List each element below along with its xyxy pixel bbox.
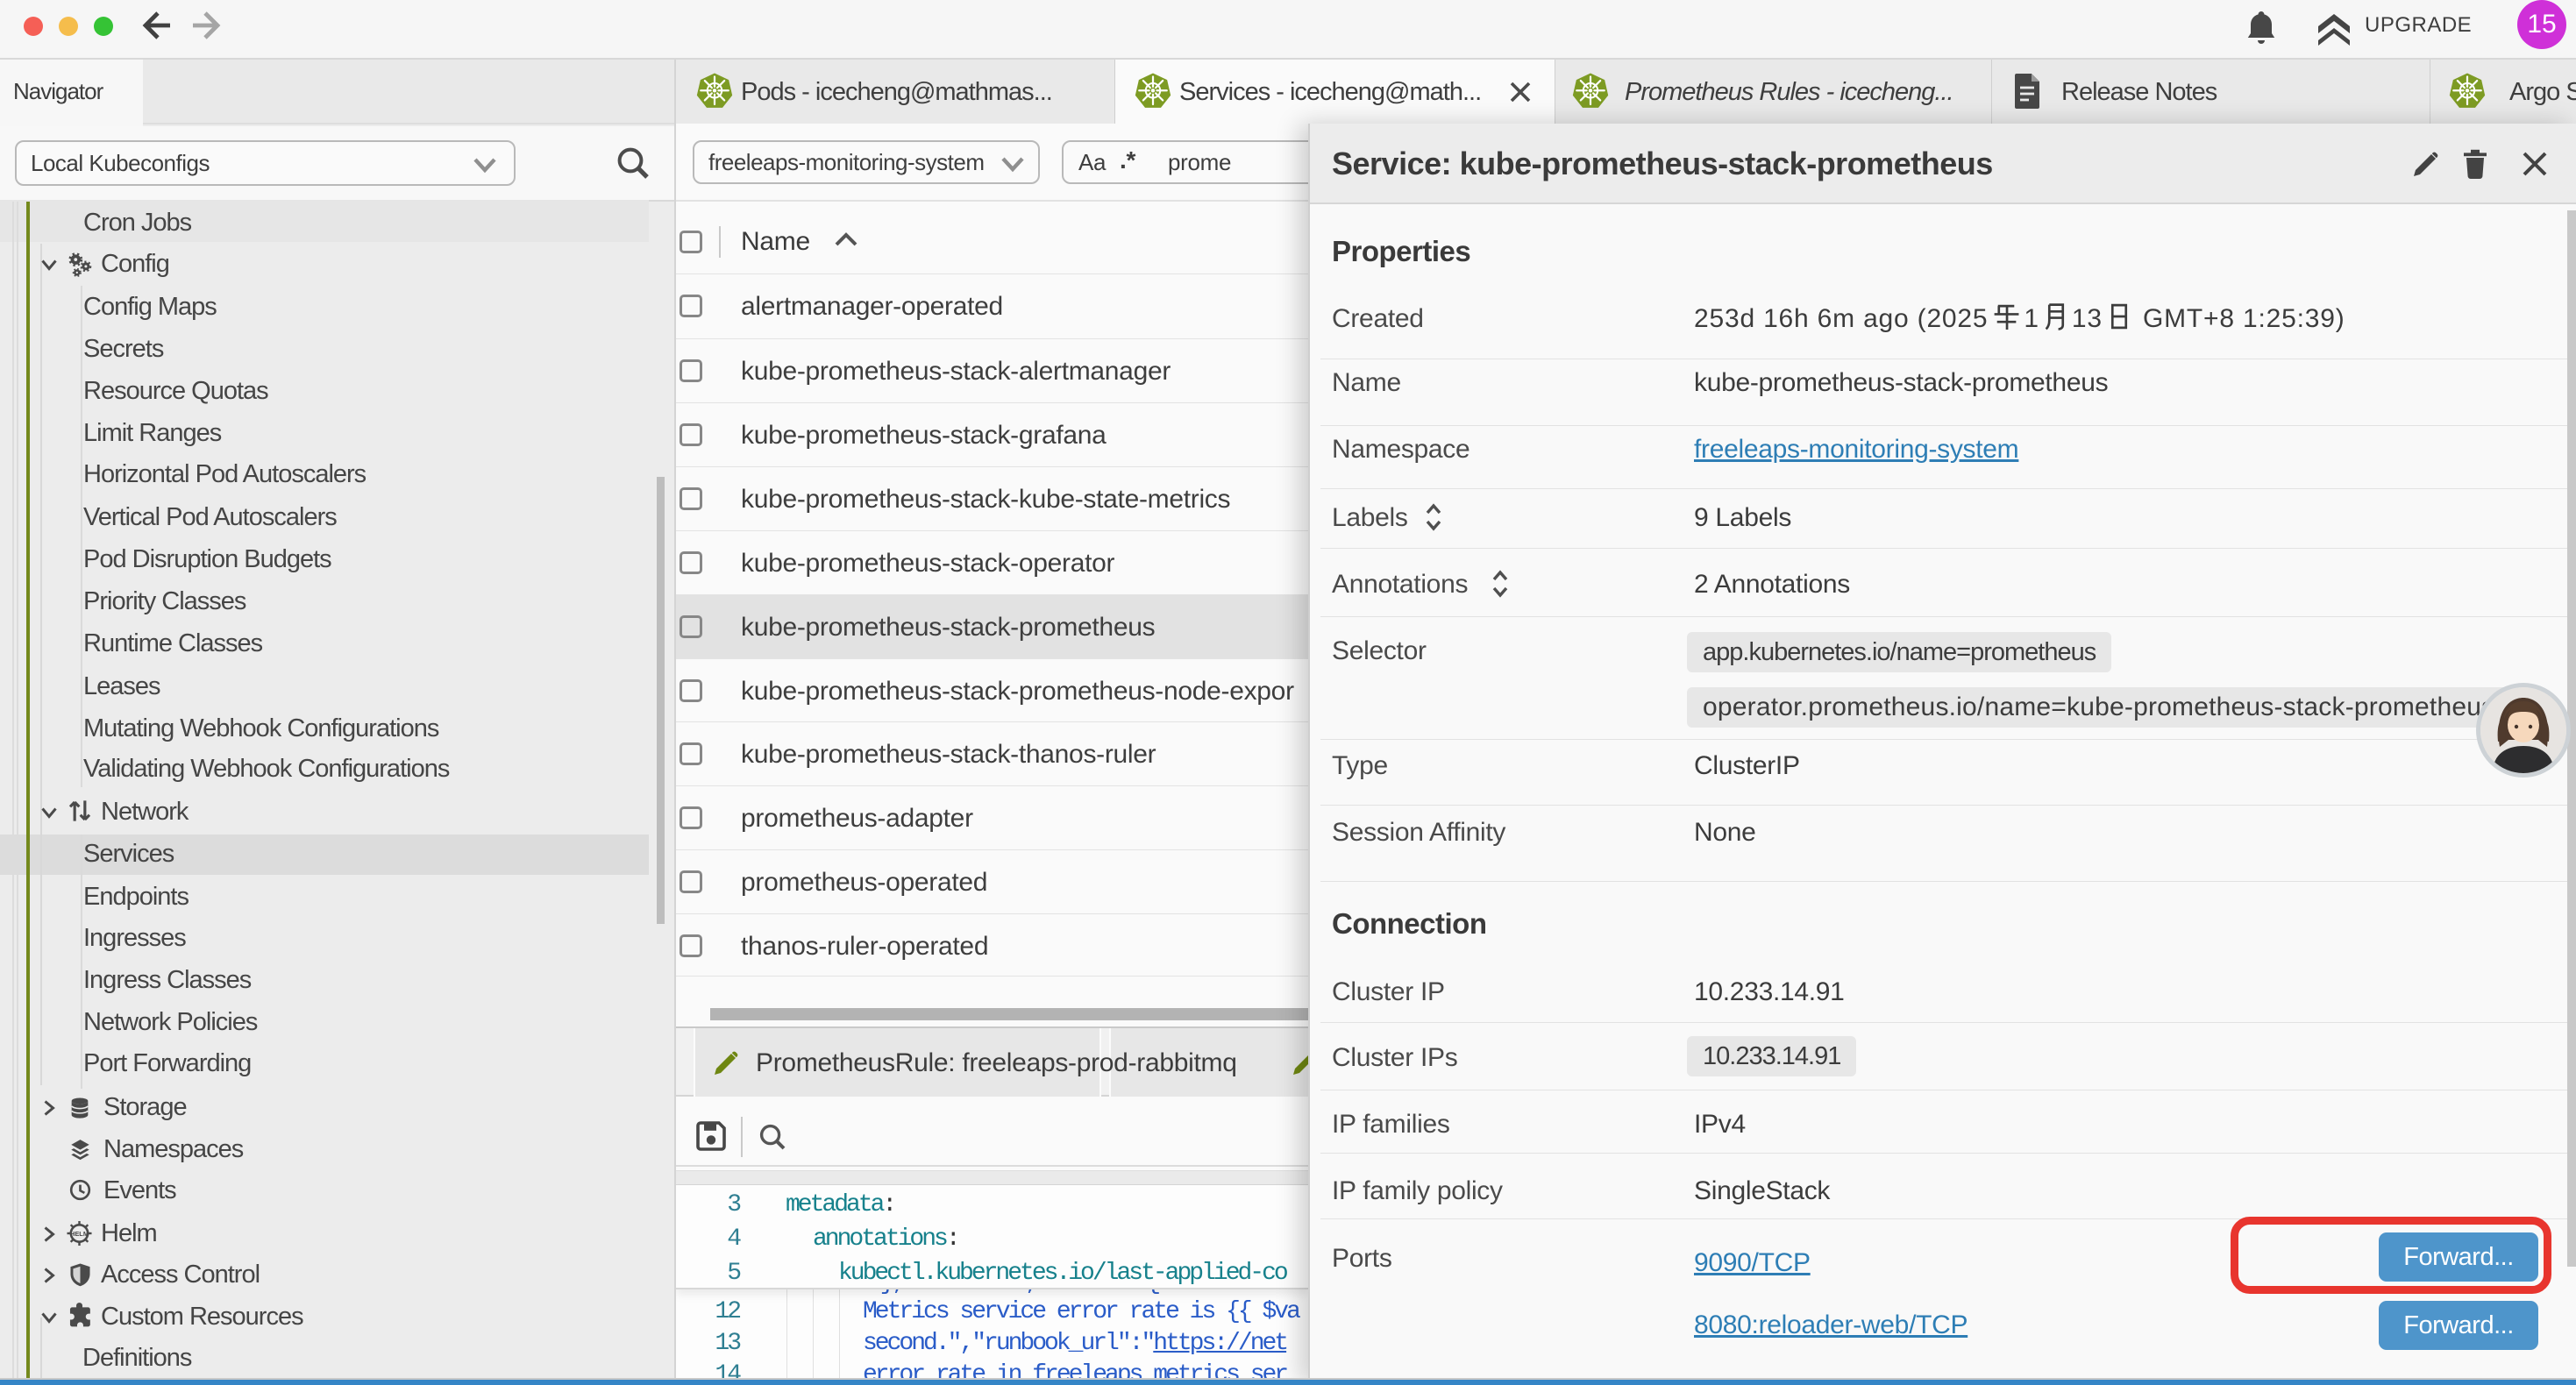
- svg-text:HELM: HELM: [70, 1230, 89, 1238]
